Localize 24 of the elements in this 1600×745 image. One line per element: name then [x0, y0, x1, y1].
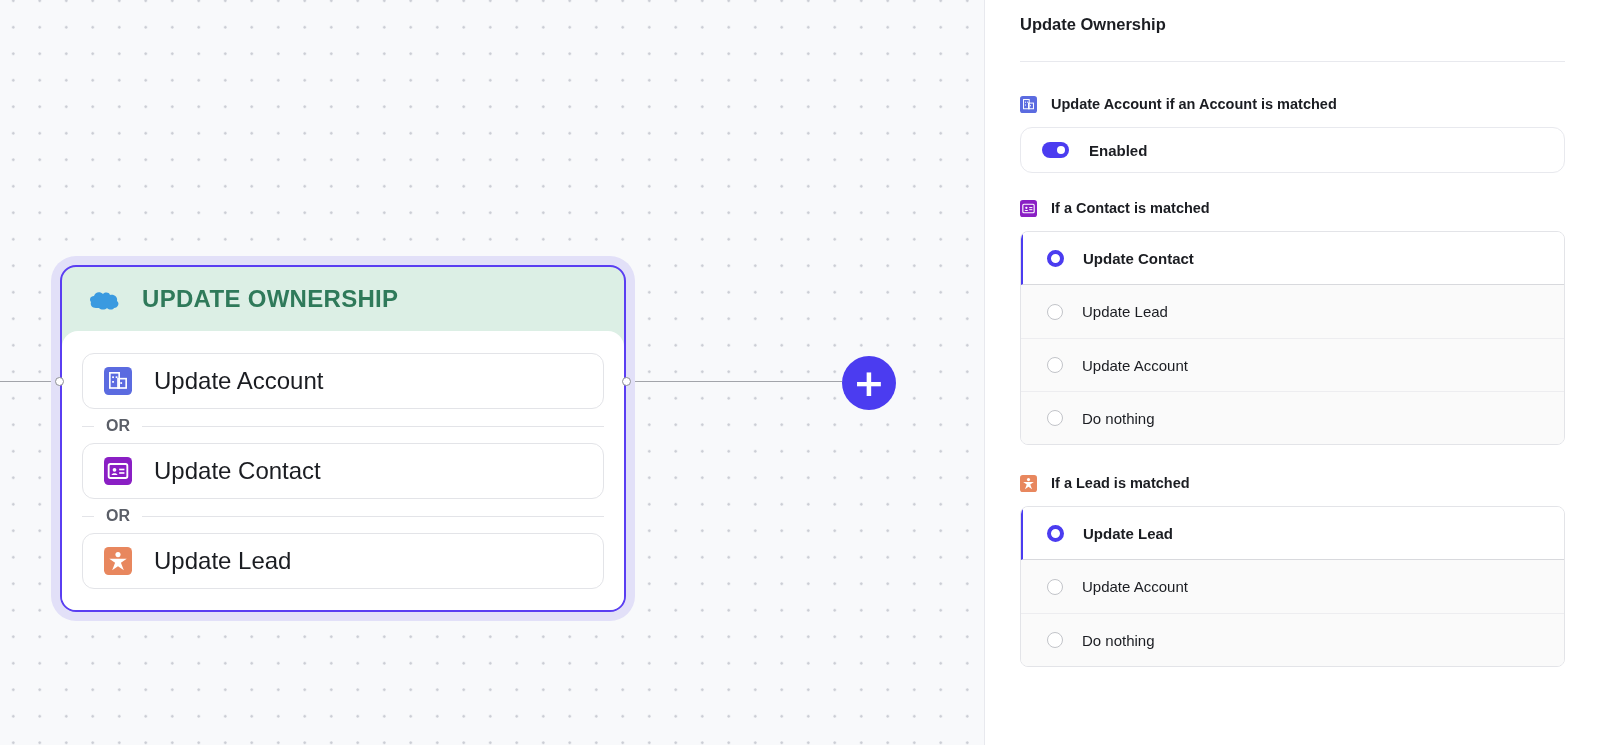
- action-item[interactable]: Update Lead: [82, 533, 604, 589]
- section-heading: If a Lead is matched: [1051, 475, 1190, 491]
- toggle-switch[interactable]: [1042, 142, 1069, 158]
- building-icon: [1020, 95, 1037, 113]
- add-step-button[interactable]: +: [842, 356, 896, 410]
- port-handle[interactable]: [622, 377, 631, 386]
- radio-option[interactable]: Update Lead: [1021, 285, 1564, 338]
- radio-option[interactable]: Update Account: [1021, 338, 1564, 391]
- action-item[interactable]: Update Contact: [82, 443, 604, 499]
- contact-card-icon: [104, 457, 132, 485]
- radio-option[interactable]: Do nothing: [1021, 391, 1564, 444]
- node-title: UPDATE OWNERSHIP: [142, 285, 399, 313]
- port-handle[interactable]: [55, 377, 64, 386]
- section-heading: If a Contact is matched: [1051, 200, 1210, 216]
- radio-option[interactable]: Update Lead: [1021, 507, 1564, 560]
- section-heading: Update Account if an Account is matched: [1051, 96, 1337, 112]
- contact-card-icon: [1020, 199, 1037, 217]
- radio-option[interactable]: Update Account: [1021, 560, 1564, 613]
- panel-title: Update Ownership: [1020, 14, 1167, 35]
- radio-option[interactable]: Do nothing: [1021, 613, 1564, 666]
- radio-option[interactable]: Update Contact: [1021, 232, 1564, 285]
- action-item[interactable]: Update Account: [82, 353, 604, 409]
- building-icon: [104, 367, 132, 395]
- toggle-label: Enabled: [1089, 141, 1148, 159]
